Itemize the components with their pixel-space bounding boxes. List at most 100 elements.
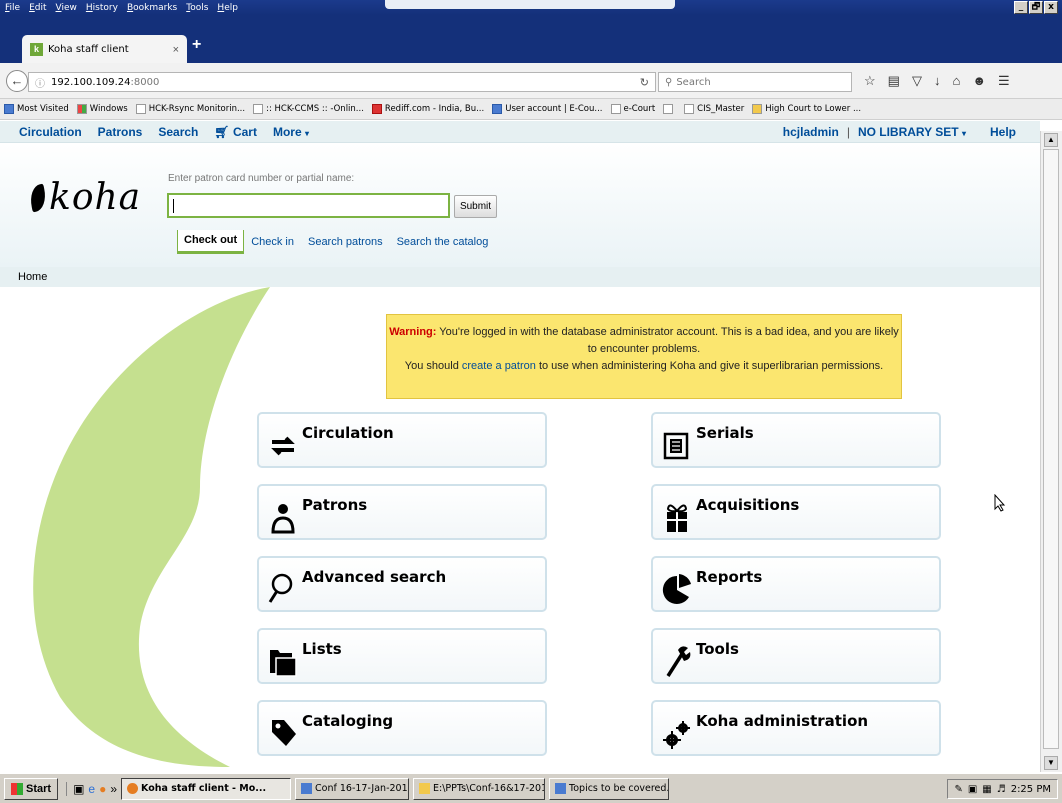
bookmark-item[interactable] <box>663 104 676 114</box>
taskbar-button[interactable]: Koha staff client - Mo... <box>121 777 292 800</box>
menu-bookmarks[interactable]: Bookmarks <box>127 3 177 13</box>
module-koha-administration[interactable]: Koha administration <box>651 700 941 756</box>
warning-text: You're logged in with the database admin… <box>439 326 899 355</box>
tab-check-out[interactable]: Check out <box>177 230 245 254</box>
nav-cart-label: Cart <box>232 125 257 139</box>
module-label: Cataloging <box>302 712 394 730</box>
bookmark-item[interactable]: Windows <box>76 104 128 114</box>
bookmark-item[interactable]: CIS_Master <box>684 104 744 114</box>
taskbar-button[interactable]: E:\PPTs\Conf-16&17-2015 <box>413 777 546 800</box>
menu-edit[interactable]: Edit <box>29 3 46 13</box>
page-scrollbar[interactable]: ▲ ▼ <box>1040 131 1062 772</box>
newspaper-icon <box>663 432 689 460</box>
menu-help[interactable]: Help <box>217 3 238 13</box>
module-circulation[interactable]: Circulation <box>257 412 547 468</box>
start-button[interactable]: Start <box>4 777 59 800</box>
search-bar[interactable]: ⚲ Search <box>658 72 852 92</box>
help-link[interactable]: Help <box>990 125 1016 139</box>
nav-more[interactable]: More ▾ <box>273 125 309 139</box>
bookmark-label: :: HCK-CCMS :: -Onlin... <box>266 104 364 114</box>
nav-circulation[interactable]: Circulation <box>19 125 82 139</box>
bookmark-item[interactable]: :: HCK-CCMS :: -Onlin... <box>253 104 364 114</box>
menu-file[interactable]: File <box>5 3 20 13</box>
task-label: Topics to be covered.do... <box>569 783 668 794</box>
url-bar[interactable]: ⓘ 192.100.109.24:8000 ↻ <box>28 72 656 92</box>
module-serials[interactable]: Serials <box>651 412 941 468</box>
quick-launch: ▣ e ● » <box>66 781 117 796</box>
hamburger-menu-icon[interactable]: ☰ <box>998 73 1010 89</box>
downloads-icon[interactable]: ↓ <box>934 73 941 89</box>
tab-search-patrons[interactable]: Search patrons <box>301 230 390 254</box>
pocket-icon[interactable]: ▽ <box>912 73 922 89</box>
koha-logo[interactable]: koha <box>27 177 141 218</box>
module-label: Circulation <box>302 424 394 442</box>
bookmark-item[interactable]: HCK-Rsync Monitorin... <box>135 104 245 114</box>
warning-line-1: Warning: You're logged in with the datab… <box>387 324 901 358</box>
tab-close-icon[interactable]: × <box>173 44 179 56</box>
module-label: Patrons <box>302 496 368 514</box>
browser-tab[interactable]: k Koha staff client × <box>22 35 187 64</box>
close-window-button[interactable]: x <box>1044 1 1058 14</box>
minimize-button[interactable]: _ <box>1014 1 1028 14</box>
submit-button[interactable]: Submit <box>454 195 497 218</box>
module-cataloging[interactable]: Cataloging <box>257 700 547 756</box>
warning-text-post: to use when administering Koha and give … <box>538 360 884 372</box>
tray-icon[interactable]: ▣ <box>968 784 977 795</box>
bookmark-item[interactable]: Most Visited <box>4 104 69 114</box>
reading-list-icon[interactable]: ▤ <box>888 73 900 89</box>
patron-search-label: Enter patron card number or partial name… <box>168 173 355 184</box>
back-button[interactable]: ← <box>6 70 28 92</box>
bookmark-item[interactable]: e-Court <box>610 104 655 114</box>
bookmark-item[interactable]: Rediff.com - India, Bu... <box>371 104 485 114</box>
taskbar-button[interactable]: Conf 16-17-Jan-2015.pptx <box>295 777 410 800</box>
module-lists[interactable]: Lists <box>257 628 547 684</box>
menu-history[interactable]: History <box>86 3 118 13</box>
nav-search[interactable]: Search <box>158 125 198 139</box>
scroll-thumb[interactable] <box>1043 149 1059 749</box>
restore-button[interactable]: 🗗 <box>1029 1 1043 14</box>
bookmark-star-icon[interactable]: ☆ <box>864 73 876 89</box>
module-advanced-search[interactable]: Advanced search <box>257 556 547 612</box>
tab-title: Koha staff client <box>48 44 129 55</box>
breadcrumb-home[interactable]: Home <box>18 271 47 283</box>
warning-text-pre: You should <box>404 360 459 372</box>
volume-icon[interactable]: ♬ <box>997 784 1006 795</box>
create-patron-link[interactable]: create a patron <box>462 360 536 372</box>
reload-icon[interactable]: ↻ <box>640 76 649 89</box>
module-tools[interactable]: Tools <box>651 628 941 684</box>
breadcrumb: Home <box>0 267 1040 287</box>
scroll-down-arrow-icon[interactable]: ▼ <box>1044 756 1058 770</box>
tray-icon[interactable]: ✎ <box>954 784 962 795</box>
home-icon[interactable]: ⌂ <box>952 73 960 89</box>
new-tab-button[interactable]: + <box>192 36 201 54</box>
bookmark-item[interactable]: High Court to Lower ... <box>752 104 861 114</box>
network-icon[interactable]: ▦ <box>982 784 991 795</box>
windows-logo-icon <box>11 782 23 795</box>
bookmarks-toolbar: Most Visited Windows HCK-Rsync Monitorin..… <box>0 99 1062 120</box>
site-info-icon[interactable]: ⓘ <box>35 75 45 90</box>
bookmark-item[interactable]: User account | E-Cou... <box>492 104 603 114</box>
nav-patrons[interactable]: Patrons <box>98 125 143 139</box>
library-selector[interactable]: NO LIBRARY SET ▾ <box>858 125 966 139</box>
module-reports[interactable]: Reports <box>651 556 941 612</box>
menu-view[interactable]: View <box>56 3 77 13</box>
bookmark-label: Rediff.com - India, Bu... <box>384 104 485 114</box>
logged-in-user[interactable]: hcjladmin <box>783 125 839 139</box>
scroll-up-arrow-icon[interactable]: ▲ <box>1044 133 1058 147</box>
tab-check-in[interactable]: Check in <box>244 230 301 254</box>
tab-search-catalog[interactable]: Search the catalog <box>390 230 496 254</box>
module-patrons[interactable]: Patrons <box>257 484 547 540</box>
patron-search-input[interactable] <box>167 193 450 218</box>
show-desktop-icon[interactable]: ▣ <box>73 782 84 796</box>
menu-tools[interactable]: Tools <box>186 3 208 13</box>
nav-cart[interactable]: 🛒︎ Cart <box>214 125 257 139</box>
ie-icon[interactable]: e <box>88 782 95 796</box>
bookmark-favicon-icon <box>663 104 674 114</box>
taskbar-button[interactable]: Topics to be covered.do... <box>549 777 670 800</box>
clock[interactable]: 2:25 PM <box>1011 784 1051 795</box>
url-host: 192.100.109.24 <box>51 76 131 88</box>
quick-launch-overflow[interactable]: » <box>110 782 117 796</box>
hello-icon[interactable]: ☻ <box>972 73 986 89</box>
firefox-icon[interactable]: ● <box>99 782 106 796</box>
module-acquisitions[interactable]: Acquisitions <box>651 484 941 540</box>
